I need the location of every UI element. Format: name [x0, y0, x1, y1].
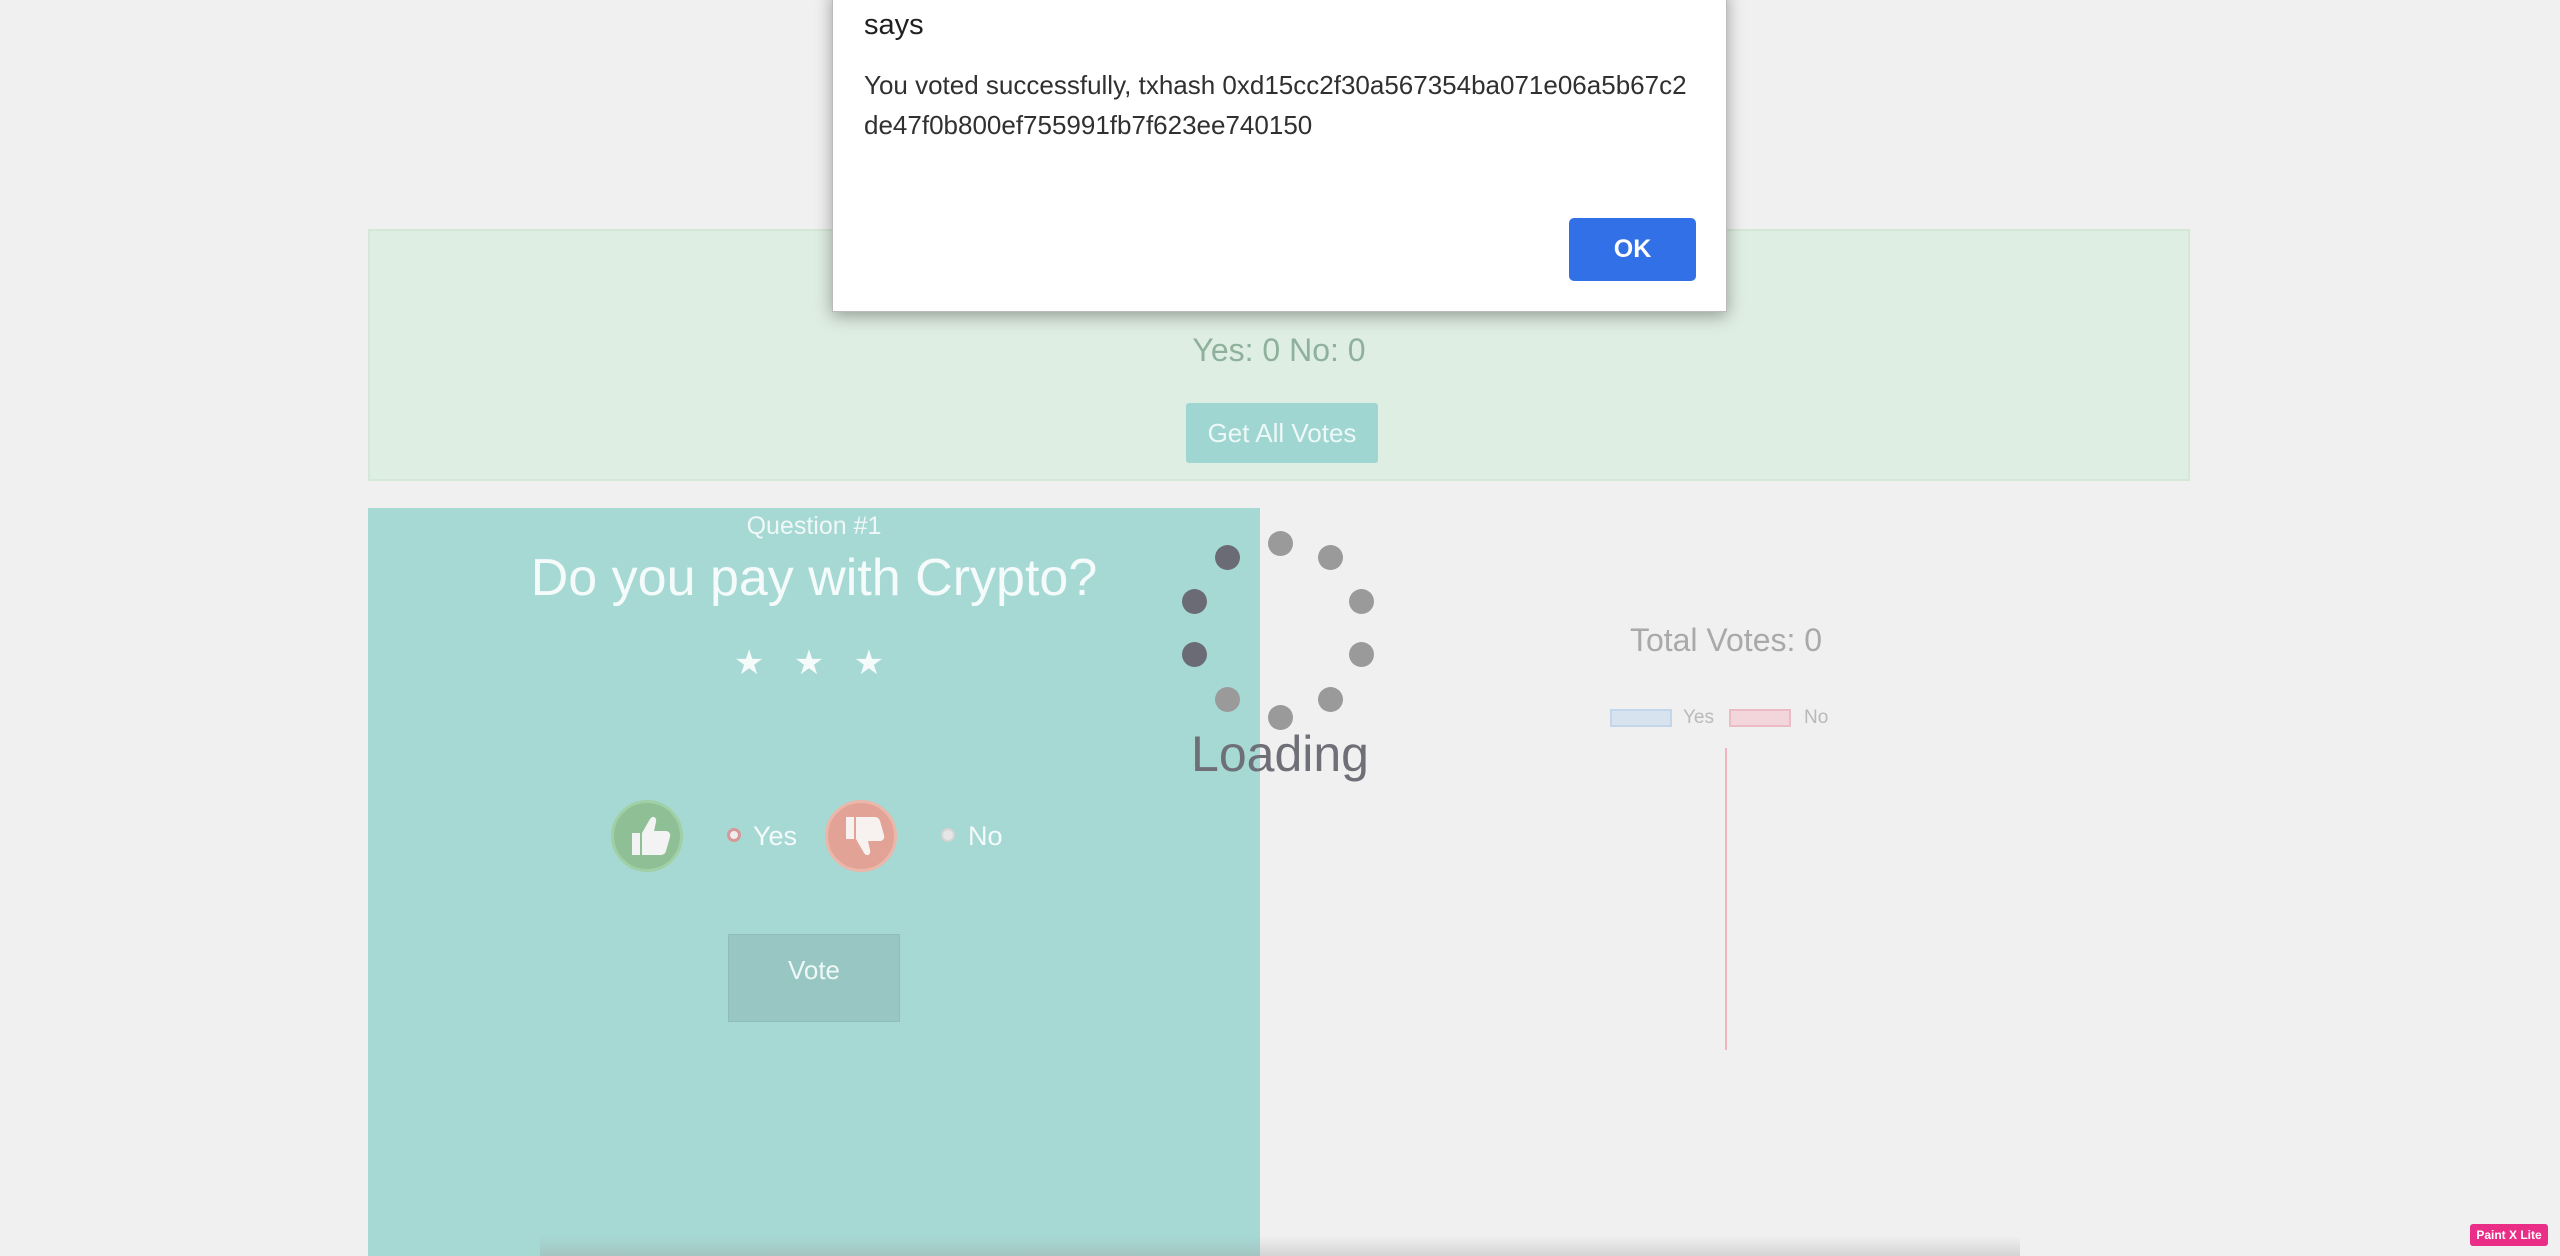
loading-spinner-icon [1180, 525, 1380, 730]
spinner-dot [1182, 589, 1207, 614]
spinner-dot [1318, 545, 1343, 570]
thumbs-up-icon [611, 800, 683, 872]
spinner-dot [1318, 687, 1343, 712]
vote-button[interactable]: Vote [728, 934, 900, 1022]
yes-radio[interactable] [727, 828, 741, 842]
spinner-dot [1349, 642, 1374, 667]
paint-x-lite-badge[interactable]: Paint X Lite [2470, 1224, 2548, 1246]
legend-yes-label: Yes [1683, 707, 1714, 728]
dialog-title: says [864, 9, 924, 41]
no-label: No [968, 821, 1003, 851]
legend-no-label: No [1804, 707, 1829, 728]
total-votes: Total Votes: 0 [1629, 622, 1823, 658]
ok-button[interactable]: OK [1569, 218, 1696, 281]
question-number: Question #1 [746, 512, 882, 540]
spinner-dot [1349, 589, 1374, 614]
page: Yes: 0 No: 0 Get All Votes Question #1 D… [0, 0, 2560, 1256]
spinner-dot [1215, 545, 1240, 570]
yes-label: Yes [753, 821, 798, 851]
vote-tally: Yes: 0 No: 0 [1192, 332, 1366, 368]
loading-text: Loading [1191, 726, 1369, 782]
thumbs-down-icon [825, 800, 897, 872]
legend-no-swatch [1729, 709, 1791, 727]
question-title: Do you pay with Crypto? [530, 549, 1098, 607]
no-radio[interactable] [941, 828, 955, 842]
alert-dialog: says You voted successfully, txhash 0xd1… [832, 0, 1727, 312]
spinner-dot [1182, 642, 1207, 667]
chart-line [1725, 748, 1727, 1050]
question-card: Question #1 Do you pay with Crypto? ★ ★ … [368, 508, 1260, 1256]
get-all-votes-button[interactable]: Get All Votes [1186, 403, 1378, 463]
legend-yes-swatch [1610, 709, 1672, 727]
dialog-message: You voted successfully, txhash 0xd15cc2f… [864, 70, 1687, 140]
spinner-dot [1215, 687, 1240, 712]
footer-shadow [540, 1236, 2020, 1256]
spinner-dot [1268, 531, 1293, 556]
rating-stars: ★ ★ ★ [733, 644, 895, 682]
